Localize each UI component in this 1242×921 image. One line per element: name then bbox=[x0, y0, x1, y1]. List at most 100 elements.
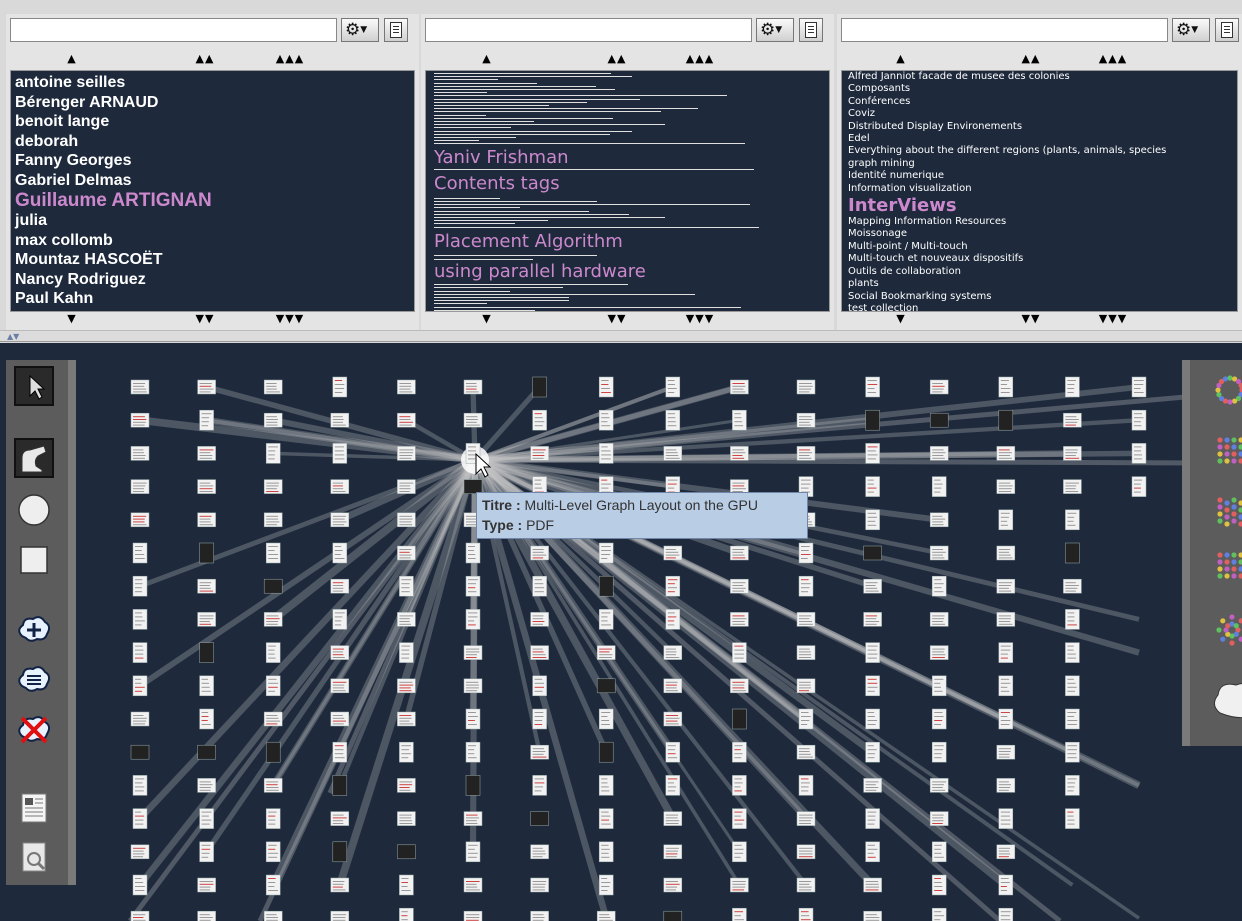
authors-search-input[interactable] bbox=[10, 18, 337, 42]
document-thumbnail[interactable] bbox=[530, 844, 549, 860]
list-item[interactable]: Identité numerique bbox=[842, 170, 1237, 182]
document-thumbnail[interactable] bbox=[130, 844, 150, 860]
document-thumbnail[interactable] bbox=[1063, 446, 1082, 461]
list-item[interactable]: test collection bbox=[842, 303, 1237, 311]
document-thumbnail[interactable] bbox=[998, 874, 1014, 896]
document-thumbnail[interactable] bbox=[998, 642, 1014, 663]
document-thumbnail[interactable] bbox=[732, 708, 747, 730]
document-thumbnail[interactable] bbox=[1065, 376, 1080, 398]
document-thumbnail[interactable] bbox=[130, 446, 150, 461]
document-thumbnail[interactable] bbox=[399, 575, 414, 597]
document-thumbnail[interactable] bbox=[596, 910, 616, 921]
document-thumbnail[interactable] bbox=[998, 907, 1014, 921]
document-thumbnail[interactable] bbox=[463, 379, 483, 395]
scroll-down-page-button[interactable]: ▼▼ bbox=[196, 312, 215, 325]
keyword-bar[interactable] bbox=[434, 117, 613, 119]
keyword-bar[interactable] bbox=[434, 82, 537, 84]
document-thumbnail[interactable] bbox=[996, 479, 1016, 494]
document-thumbnail[interactable] bbox=[798, 907, 814, 921]
keyword-bar[interactable] bbox=[434, 223, 515, 225]
grid-cluster-layout-icon[interactable] bbox=[1217, 552, 1242, 579]
document-thumbnail[interactable] bbox=[598, 409, 614, 431]
document-thumbnail[interactable] bbox=[929, 412, 949, 428]
keyword-bar[interactable] bbox=[434, 114, 486, 116]
document-thumbnail[interactable] bbox=[397, 811, 416, 826]
document-thumbnail[interactable] bbox=[929, 379, 949, 395]
list-item[interactable]: Composants bbox=[842, 83, 1237, 95]
square-icon[interactable] bbox=[14, 540, 54, 580]
document-thumbnail[interactable] bbox=[996, 778, 1016, 793]
document-thumbnail[interactable] bbox=[397, 412, 416, 428]
document-thumbnail[interactable] bbox=[197, 744, 216, 760]
keyword-bar[interactable] bbox=[434, 309, 535, 311]
cloud-filter-icon[interactable] bbox=[14, 660, 54, 700]
keyword-bar[interactable] bbox=[434, 121, 534, 122]
document-thumbnail[interactable] bbox=[663, 446, 683, 461]
document-thumbnail[interactable] bbox=[463, 678, 483, 694]
document-thumbnail[interactable] bbox=[931, 708, 947, 730]
scroll-up-top-button[interactable]: ▲▲▲ bbox=[276, 52, 304, 65]
select-arrow-icon[interactable] bbox=[14, 366, 54, 406]
keyword-bar[interactable] bbox=[434, 101, 587, 103]
scroll-down-one-button[interactable]: ▼ bbox=[896, 312, 905, 325]
document-thumbnail[interactable] bbox=[998, 675, 1014, 697]
keyword-bar[interactable] bbox=[434, 130, 632, 132]
document-thumbnail[interactable] bbox=[796, 612, 816, 627]
document-thumbnail[interactable] bbox=[263, 612, 283, 627]
document-thumbnail[interactable] bbox=[532, 575, 547, 597]
document-thumbnail[interactable] bbox=[663, 844, 683, 860]
document-thumbnail[interactable] bbox=[263, 479, 283, 494]
lasso-icon[interactable] bbox=[14, 438, 54, 478]
document-thumbnail[interactable] bbox=[929, 446, 949, 461]
scroll-up-page-button[interactable]: ▲▲ bbox=[1022, 52, 1041, 65]
document-thumbnail[interactable] bbox=[1065, 808, 1080, 829]
document-thumbnail[interactable] bbox=[465, 708, 481, 730]
document-thumbnail[interactable] bbox=[865, 841, 880, 863]
document-thumbnail[interactable] bbox=[931, 675, 947, 697]
scroll-up-one-button[interactable]: ▲ bbox=[482, 52, 491, 65]
document-thumbnail[interactable] bbox=[931, 874, 947, 896]
document-thumbnail[interactable] bbox=[798, 708, 814, 730]
collections-list[interactable]: Alfred Janniot facade de musee des colon… bbox=[841, 70, 1238, 312]
document-thumbnail[interactable] bbox=[132, 874, 148, 896]
document-thumbnail[interactable] bbox=[197, 778, 216, 793]
cloud-shape-icon[interactable] bbox=[1214, 683, 1242, 719]
keyword-bar[interactable] bbox=[434, 220, 548, 222]
keyword-bar[interactable] bbox=[434, 213, 629, 215]
keyword-bar[interactable] bbox=[434, 169, 754, 170]
document-thumbnail[interactable] bbox=[332, 443, 348, 464]
document-graph-canvas[interactable]: Titre : Multi-Level Graph Layout on the … bbox=[0, 343, 1242, 921]
authors-list-view-button[interactable] bbox=[384, 18, 408, 42]
keyword-bar[interactable] bbox=[434, 290, 510, 292]
document-thumbnail[interactable] bbox=[199, 708, 214, 730]
document-thumbnail[interactable] bbox=[865, 708, 880, 730]
document-thumbnail[interactable] bbox=[465, 741, 481, 763]
scroll-up-page-button[interactable]: ▲▲ bbox=[196, 52, 215, 65]
document-thumbnail[interactable] bbox=[397, 379, 416, 395]
document-thumbnail[interactable] bbox=[796, 877, 816, 893]
document-thumbnail[interactable] bbox=[865, 808, 880, 829]
document-thumbnail[interactable] bbox=[532, 409, 547, 431]
document-thumbnail[interactable] bbox=[665, 741, 681, 763]
keyword-bar[interactable] bbox=[434, 133, 610, 135]
document-thumbnail[interactable] bbox=[265, 642, 281, 663]
document-thumbnail[interactable] bbox=[931, 741, 947, 763]
document-thumbnail[interactable] bbox=[1065, 741, 1080, 763]
document-thumbnail[interactable] bbox=[865, 476, 880, 497]
document-thumbnail[interactable] bbox=[397, 844, 416, 860]
document-thumbnail[interactable] bbox=[598, 609, 614, 630]
document-thumbnail[interactable] bbox=[463, 910, 483, 921]
document-thumbnail[interactable] bbox=[130, 744, 150, 760]
document-thumbnail[interactable] bbox=[998, 409, 1014, 431]
document-thumbnail[interactable] bbox=[199, 675, 214, 697]
document-thumbnail[interactable] bbox=[931, 907, 947, 921]
document-thumbnail[interactable] bbox=[732, 808, 747, 829]
document-thumbnail[interactable] bbox=[397, 512, 416, 528]
document-thumbnail[interactable] bbox=[132, 542, 148, 564]
document-thumbnail[interactable] bbox=[1065, 708, 1080, 730]
authors-settings-button[interactable]: ⚙▼ bbox=[341, 18, 379, 42]
document-thumbnail[interactable] bbox=[996, 446, 1016, 461]
document-thumbnail[interactable] bbox=[598, 376, 614, 398]
radial-layout-icon[interactable] bbox=[1215, 375, 1242, 405]
document-thumbnail[interactable] bbox=[1131, 409, 1147, 431]
